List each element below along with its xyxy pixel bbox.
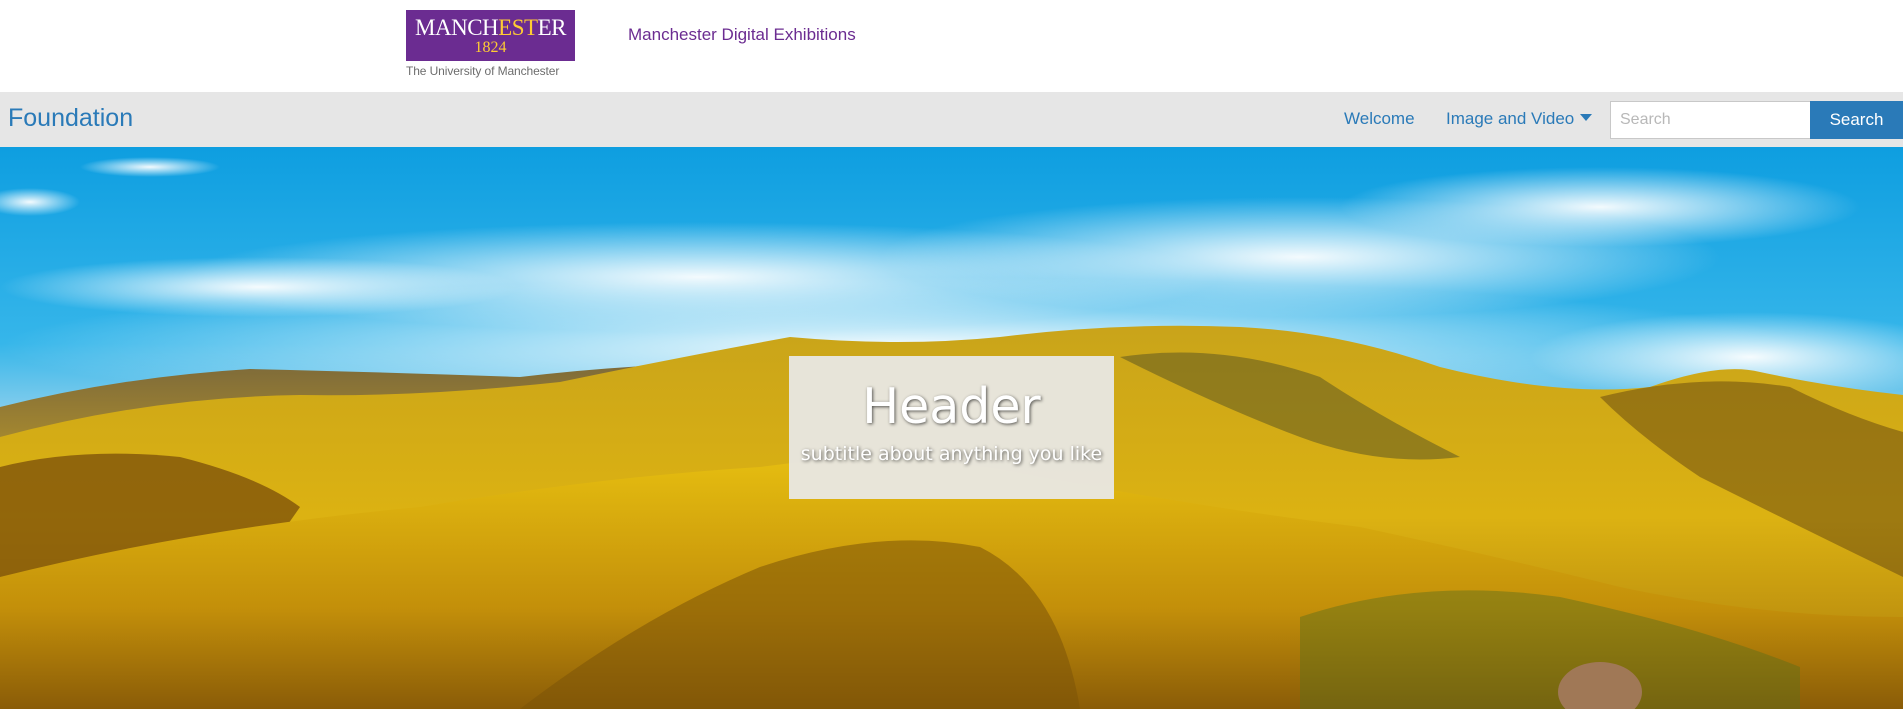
hero-subtitle: subtitle about anything you like: [800, 443, 1103, 465]
university-logo-year: 1824: [474, 39, 507, 56]
nav-item-image-and-video-label: Image and Video: [1446, 109, 1575, 128]
university-logo-badge: MANCHESTER 1824: [406, 10, 575, 61]
university-logo-wordmark: MANCHESTER: [415, 15, 566, 40]
digital-exhibitions-link[interactable]: Manchester Digital Exhibitions: [628, 25, 856, 45]
brand-link[interactable]: Foundation: [8, 104, 133, 133]
university-logo[interactable]: MANCHESTER 1824 The University of Manche…: [406, 10, 575, 80]
search-input[interactable]: [1610, 101, 1811, 139]
hero-title: Header: [862, 378, 1041, 435]
nav-item-welcome[interactable]: Welcome: [1344, 109, 1415, 129]
hero-banner: Header subtitle about anything you like: [0, 147, 1903, 709]
university-logo-subtitle: The University of Manchester: [406, 64, 560, 78]
university-header: MANCHESTER 1824 The University of Manche…: [0, 0, 1903, 92]
nav-item-image-and-video[interactable]: Image and Video: [1446, 109, 1593, 129]
caret-down-icon: [1580, 114, 1593, 122]
hero-caption-card: Header subtitle about anything you like: [789, 356, 1114, 499]
search-button[interactable]: Search: [1810, 101, 1903, 139]
